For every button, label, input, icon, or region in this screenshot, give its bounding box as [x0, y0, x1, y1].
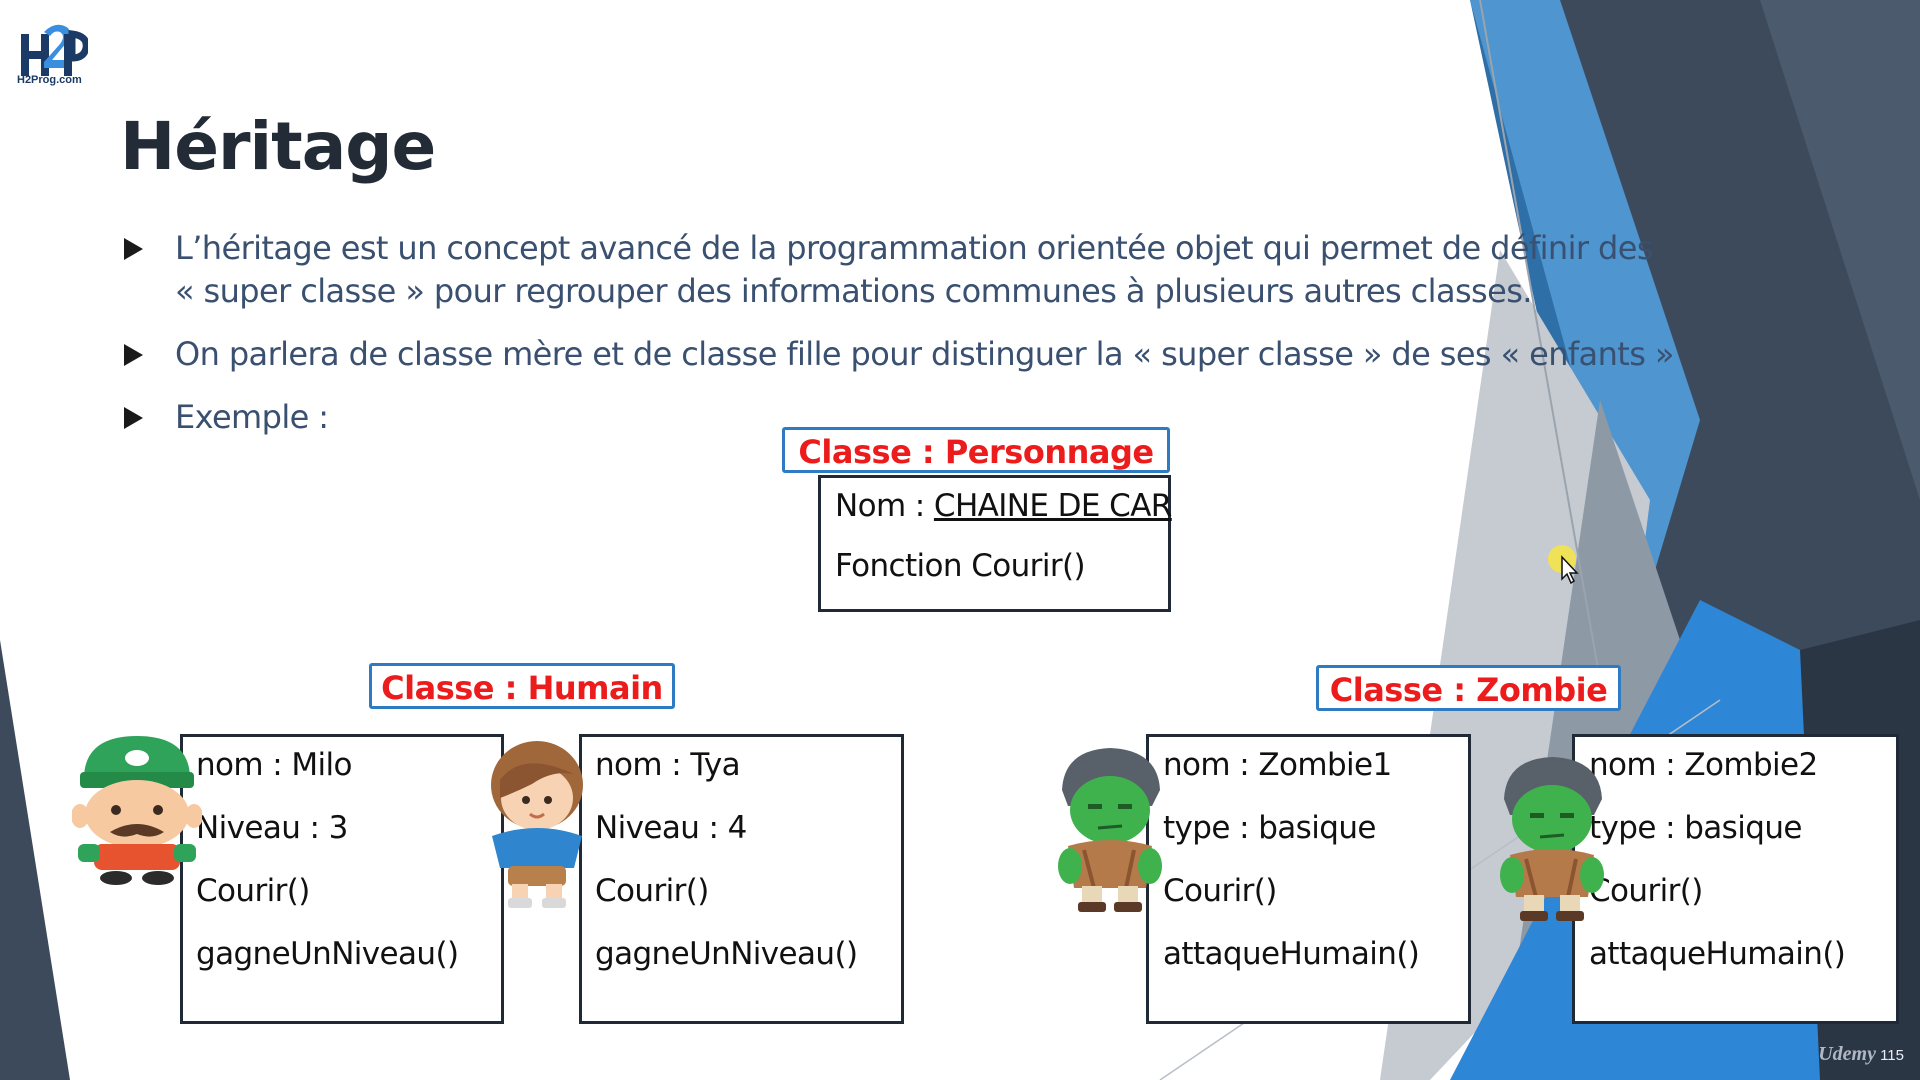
slide-number: 115 [1880, 1047, 1904, 1064]
personnage-nom-attribute: Nom : CHAINE DE CAR [835, 488, 1172, 524]
zombie-instance-1: nom : Zombie1 type : basique Courir() at… [1146, 734, 1471, 1024]
bullet-3-line-1: Exemple : [175, 398, 329, 436]
zombie2-nom: nom : Zombie2 [1589, 747, 1818, 783]
tya-courir: Courir() [595, 873, 709, 909]
personnage-courir-function: Fonction Courir() [835, 548, 1086, 584]
tya-character-icon [491, 741, 583, 908]
zombie1-attaque-humain: attaqueHumain() [1163, 936, 1420, 972]
tya-niveau: Niveau : 4 [595, 810, 747, 846]
tya-gagne-niveau: gagneUnNiveau() [595, 936, 858, 972]
zombie2-character-icon [1500, 757, 1604, 921]
milo-courir: Courir() [196, 873, 310, 909]
personnage-nom-label: Nom : [835, 488, 934, 524]
bullet-arrow-icon [124, 344, 143, 366]
bullet-arrow-icon [124, 238, 143, 260]
milo-niveau: Niveau : 3 [196, 810, 348, 846]
zombie2-attaque-humain: attaqueHumain() [1589, 936, 1846, 972]
personnage-class-tag: Classe : Personnage [782, 427, 1170, 473]
zombie1-type: type : basique [1163, 810, 1376, 846]
zombie-instance-2: nom : Zombie2 type : basique Courir() at… [1572, 734, 1899, 1024]
humain-class-tag: Classe : Humain [369, 663, 675, 709]
milo-gagne-niveau: gagneUnNiveau() [196, 936, 459, 972]
zombie1-courir: Courir() [1163, 873, 1277, 909]
mouse-cursor-icon [1548, 545, 1579, 585]
zombie1-character-icon [1058, 748, 1162, 912]
bullet-1-line-2: « super classe » pour regrouper des info… [175, 272, 1532, 310]
tya-nom: nom : Tya [595, 747, 741, 783]
logo-caption: H2Prog.com [17, 74, 82, 86]
zombie-class-tag: Classe : Zombie [1316, 665, 1621, 711]
humain-instance-milo: nom : Milo Niveau : 3 Courir() gagneUnNi… [180, 734, 504, 1024]
udemy-watermark: Udemy [1818, 1043, 1876, 1065]
bullet-1-line-1: L’héritage est un concept avancé de la p… [175, 229, 1654, 267]
bullet-arrow-icon [124, 407, 143, 429]
slide-title: Héritage [120, 108, 436, 185]
milo-nom: nom : Milo [196, 747, 353, 783]
zombie1-nom: nom : Zombie1 [1163, 747, 1392, 783]
zombie2-type: type : basique [1589, 810, 1802, 846]
personnage-nom-type: CHAINE DE CAR [933, 488, 1172, 524]
milo-character-icon [72, 736, 202, 885]
personnage-class-box: Nom : CHAINE DE CAR Fonction Courir() [818, 475, 1172, 612]
bullet-2-line-1: On parlera de classe mère et de classe f… [175, 335, 1674, 373]
humain-instance-tya: nom : Tya Niveau : 4 Courir() gagneUnNiv… [579, 734, 904, 1024]
